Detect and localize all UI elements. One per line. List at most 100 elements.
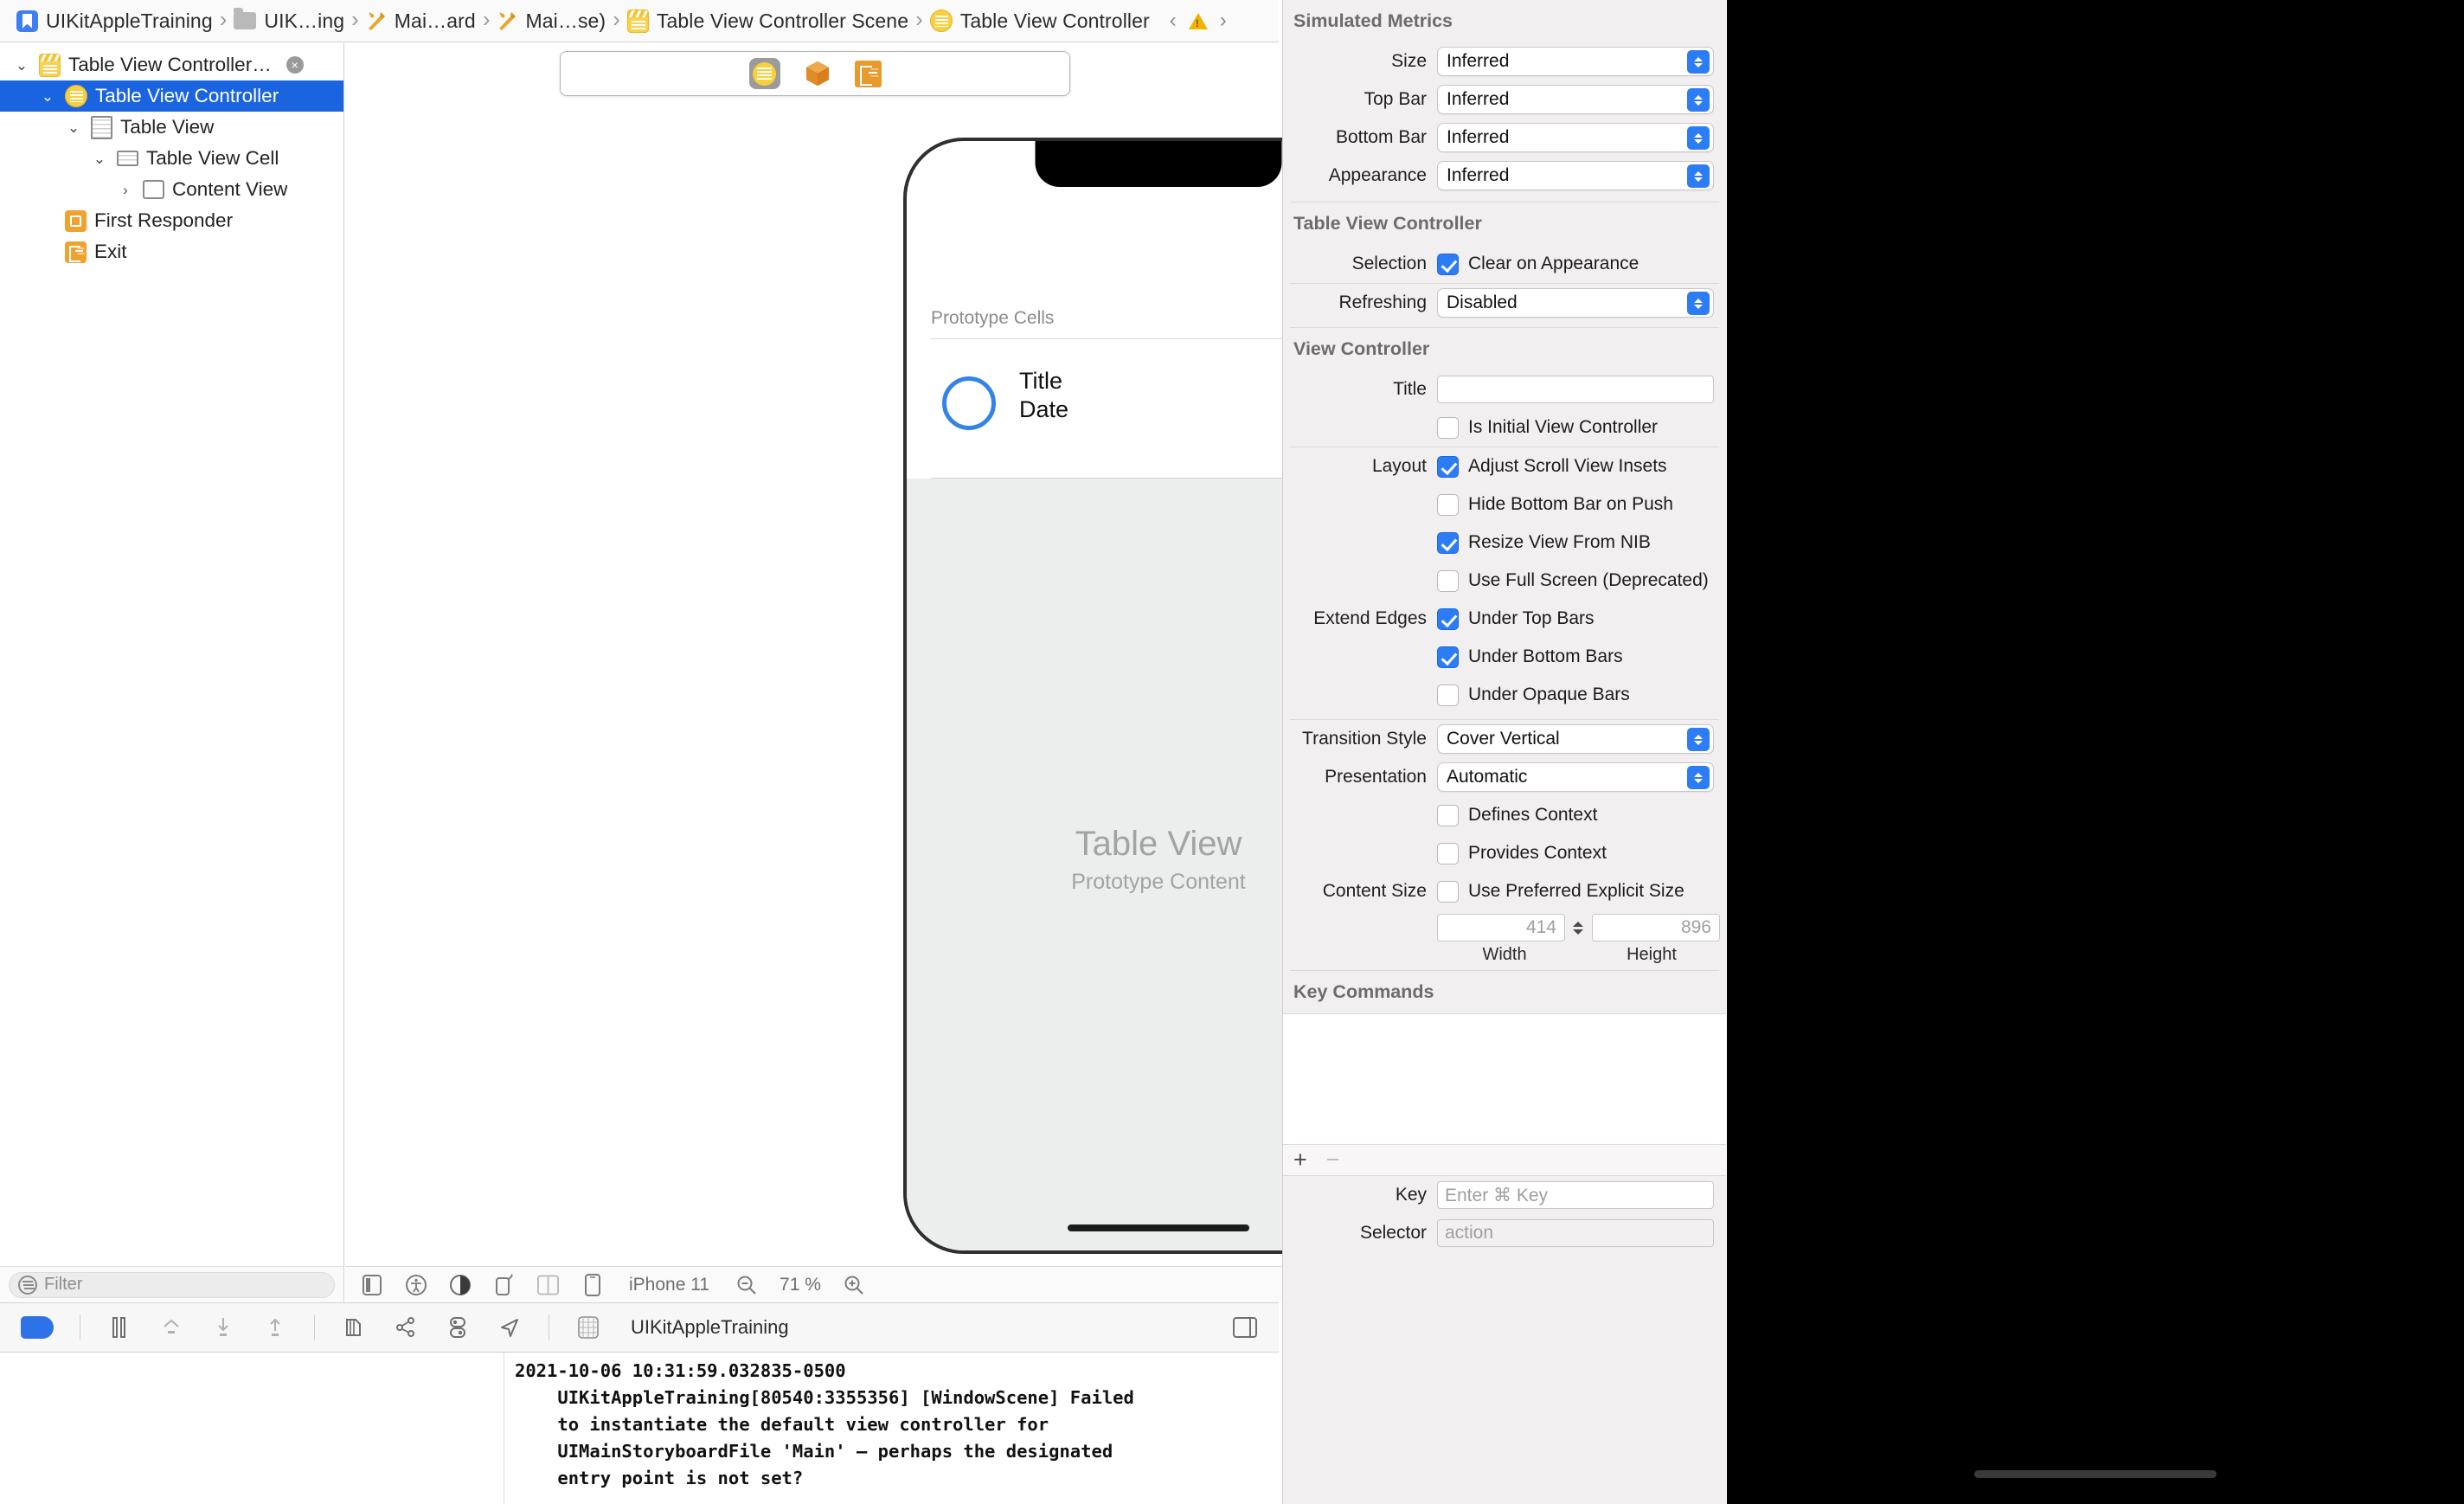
accessibility-icon[interactable] — [405, 1274, 427, 1295]
row-is-initial: Is Initial View Controller — [1283, 408, 1726, 447]
key-input[interactable]: Enter ⌘ Key — [1437, 1181, 1714, 1209]
pause-icon[interactable] — [106, 1314, 132, 1340]
outline-row-scene[interactable]: ⌄ Table View Controller… × — [0, 49, 343, 80]
breadcrumb-item-folder[interactable]: UIK…ing — [229, 8, 349, 33]
outline-row-table-view[interactable]: ⌄ Table View — [0, 112, 343, 143]
breadcrumb-back-button[interactable]: ‹ — [1166, 9, 1180, 33]
clear-on-appearance-checkbox-row[interactable]: Clear on Appearance — [1437, 247, 1639, 281]
zoom-in-icon[interactable] — [844, 1274, 865, 1295]
use-full-screen-checkbox-row[interactable]: Use Full Screen (Deprecated) — [1437, 563, 1709, 598]
breadcrumb-item-project[interactable]: UIKitAppleTraining — [12, 10, 217, 33]
device-icon[interactable] — [581, 1273, 603, 1296]
scheme-name-label[interactable]: UIKitAppleTraining — [631, 1316, 789, 1339]
defines-context-checkbox-row[interactable]: Defines Context — [1437, 798, 1597, 832]
selector-input[interactable]: action — [1437, 1219, 1714, 1247]
appearance-popup[interactable]: Inferred — [1437, 161, 1714, 190]
add-key-command-button[interactable]: + — [1293, 1148, 1307, 1172]
memory-graph-icon[interactable] — [393, 1314, 419, 1340]
refreshing-popup[interactable]: Disabled — [1437, 288, 1714, 318]
scene-icon — [39, 53, 61, 77]
width-stepper[interactable]: 414 — [1437, 914, 1587, 942]
zoom-out-icon[interactable] — [735, 1274, 757, 1295]
use-preferred-explicit-size-checkbox-row[interactable]: Use Preferred Explicit Size — [1437, 874, 1684, 909]
outline-row-table-view-cell[interactable]: ⌄ Table View Cell — [0, 143, 343, 174]
under-top-bars-checkbox[interactable] — [1437, 607, 1459, 630]
use-full-screen-checkbox[interactable] — [1437, 569, 1459, 592]
step-into-icon[interactable] — [210, 1314, 236, 1340]
first-responder-cube-icon[interactable] — [805, 60, 831, 87]
cell-date-label: Date — [1019, 396, 1069, 422]
orientation-icon[interactable] — [493, 1273, 515, 1295]
hide-bottom-bar-on-push-checkbox[interactable] — [1437, 493, 1459, 516]
outline-row-content-view[interactable]: › Content View — [0, 174, 343, 205]
use-preferred-explicit-size-checkbox[interactable] — [1437, 880, 1459, 903]
adjust-scroll-view-insets-checkbox[interactable] — [1437, 455, 1459, 478]
row-selection: Selection Clear on Appearance — [1283, 245, 1726, 283]
view-as-icon[interactable] — [361, 1274, 382, 1295]
breadcrumb-separator-icon: › — [482, 6, 491, 32]
console-toggle-icon[interactable] — [1232, 1314, 1258, 1340]
simulator-device-screen[interactable] — [1727, 0, 2464, 1504]
provides-context-checkbox-row[interactable]: Provides Context — [1437, 836, 1607, 871]
disclosure-triangle-icon[interactable]: ⌄ — [64, 120, 83, 135]
grid-icon[interactable] — [575, 1314, 601, 1340]
scene-close-badge[interactable]: × — [286, 56, 304, 74]
appearance-icon[interactable] — [449, 1274, 471, 1295]
disclosure-triangle-icon[interactable]: ⌄ — [90, 151, 109, 166]
key-commands-list[interactable] — [1283, 1013, 1726, 1145]
simulator-panel[interactable] — [1727, 0, 2464, 1504]
transition-style-popup[interactable]: Cover Vertical — [1437, 724, 1714, 754]
filter-input[interactable]: Filter — [9, 1271, 335, 1298]
disclosure-triangle-icon[interactable]: › — [116, 183, 135, 197]
under-opaque-bars-checkbox[interactable] — [1437, 684, 1459, 706]
breadcrumb-item-storyboard[interactable]: Mai…ard — [362, 10, 480, 33]
resize-view-from-nib-checkbox-row[interactable]: Resize View From NIB — [1437, 525, 1651, 560]
view-controller-icon[interactable] — [748, 58, 780, 89]
disclosure-triangle-icon[interactable]: ⌄ — [38, 89, 57, 104]
hide-bottom-bar-on-push-label: Hide Bottom Bar on Push — [1468, 494, 1673, 514]
chevron-updown-icon[interactable] — [1569, 914, 1587, 942]
breadcrumb-item-scene[interactable]: Table View Controller Scene — [623, 9, 913, 33]
debug-toggle-icon[interactable] — [21, 1316, 54, 1339]
is-initial-view-controller-checkbox-row[interactable]: Is Initial View Controller — [1437, 410, 1658, 445]
environment-overrides-icon[interactable] — [445, 1314, 471, 1340]
height-input[interactable]: 896 — [1592, 914, 1720, 942]
disclosure-triangle-icon[interactable]: ⌄ — [12, 58, 31, 73]
width-input[interactable]: 414 — [1437, 914, 1565, 942]
device-name-label[interactable]: iPhone 11 — [629, 1275, 709, 1295]
top-bar-popup[interactable]: Inferred — [1437, 85, 1714, 114]
resize-view-from-nib-checkbox[interactable] — [1437, 531, 1459, 554]
defines-context-checkbox[interactable] — [1437, 804, 1459, 826]
split-view-icon[interactable] — [537, 1274, 559, 1295]
chevron-updown-icon[interactable] — [1724, 914, 1726, 942]
under-top-bars-checkbox-row[interactable]: Under Top Bars — [1437, 601, 1595, 636]
under-bottom-bars-checkbox-row[interactable]: Under Bottom Bars — [1437, 640, 1623, 674]
clear-on-appearance-checkbox[interactable] — [1437, 253, 1459, 275]
outline-row-table-view-controller[interactable]: ⌄ Table View Controller — [0, 80, 343, 112]
step-over-icon[interactable] — [158, 1314, 184, 1340]
adjust-scroll-view-insets-checkbox-row[interactable]: Adjust Scroll View Insets — [1437, 449, 1667, 484]
title-input[interactable] — [1437, 376, 1714, 403]
breadcrumb-forward-button[interactable]: › — [1216, 9, 1230, 33]
height-stepper[interactable]: 896 — [1592, 914, 1726, 942]
variables-view[interactable] — [0, 1353, 504, 1504]
step-out-icon[interactable] — [262, 1314, 288, 1340]
outline-row-first-responder[interactable]: › First Responder — [0, 205, 343, 236]
console-output[interactable]: 2021-10-06 10:31:59.032835-0500 UIKitApp… — [504, 1353, 1279, 1504]
outline-label: First Responder — [94, 209, 234, 231]
breadcrumb-item-storyboard-base[interactable]: Mai…se) — [492, 10, 610, 33]
exit-icon[interactable] — [854, 60, 882, 87]
provides-context-checkbox[interactable] — [1437, 842, 1459, 864]
breadcrumb-item-view-controller[interactable]: Table View Controller — [926, 10, 1154, 33]
view-hierarchy-icon[interactable] — [341, 1314, 367, 1340]
size-popup[interactable]: Inferred — [1437, 47, 1714, 76]
presentation-popup[interactable]: Automatic — [1437, 762, 1714, 792]
warning-icon[interactable] — [1188, 12, 1208, 29]
under-opaque-bars-checkbox-row[interactable]: Under Opaque Bars — [1437, 678, 1630, 712]
hide-bottom-bar-on-push-checkbox-row[interactable]: Hide Bottom Bar on Push — [1437, 487, 1673, 522]
bottom-bar-popup[interactable]: Inferred — [1437, 123, 1714, 152]
outline-row-exit[interactable]: › Exit — [0, 236, 343, 267]
under-bottom-bars-checkbox[interactable] — [1437, 646, 1459, 668]
is-initial-view-controller-checkbox[interactable] — [1437, 416, 1459, 439]
location-icon[interactable] — [497, 1314, 523, 1340]
